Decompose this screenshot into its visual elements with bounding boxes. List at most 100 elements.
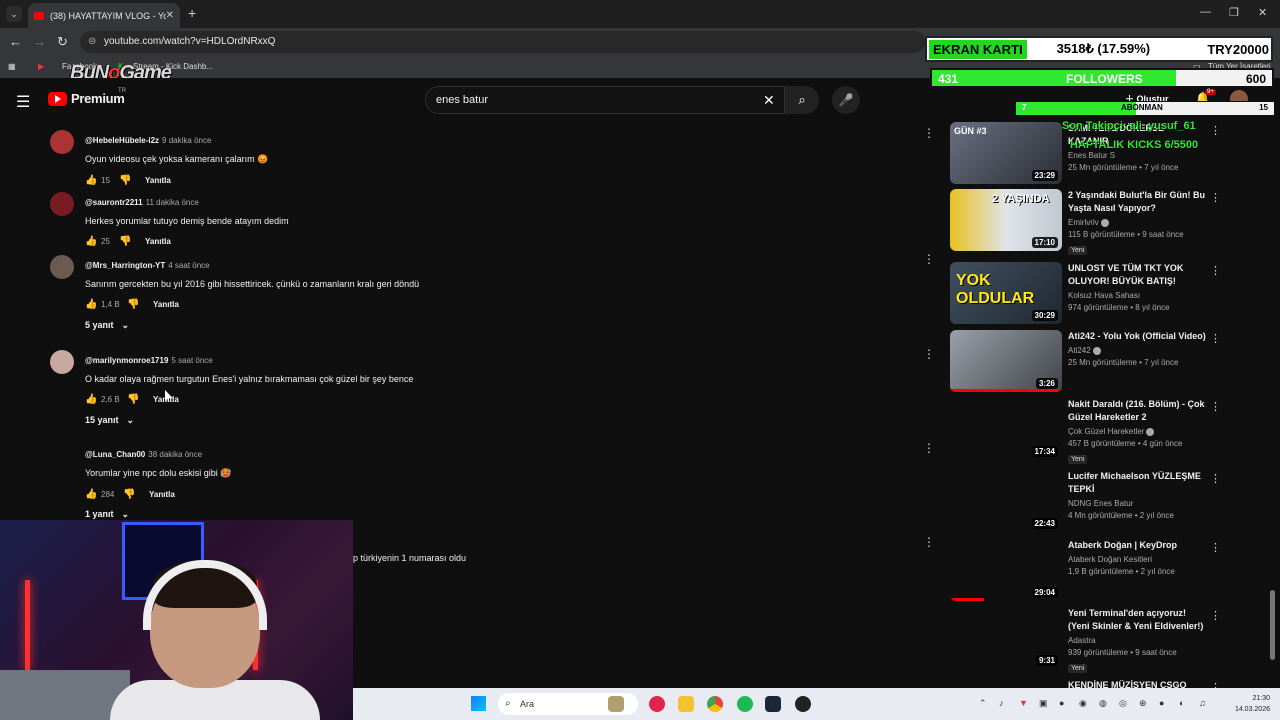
page-scrollbar[interactable]	[1270, 590, 1275, 660]
channel-name[interactable]: Kolsuz Hava Sahası	[1068, 291, 1206, 300]
reply-button[interactable]: Yanıtla	[153, 300, 179, 309]
spotify-icon[interactable]	[737, 696, 753, 712]
new-tab-icon[interactable]: +	[188, 5, 196, 21]
voice-search-icon[interactable]: 🎤	[832, 86, 860, 114]
youtube-bookmark-icon[interactable]: ▶	[38, 62, 44, 71]
dislike-icon[interactable]: 👎	[123, 489, 149, 500]
channel-name[interactable]: Enes Batur S	[1068, 151, 1206, 160]
close-window-icon[interactable]: ✕	[1258, 6, 1267, 19]
video-title[interactable]: Yeni Terminal'den açıyoruz! (Yeni Skinle…	[1068, 607, 1206, 633]
video-more-icon[interactable]: ⋮	[1210, 191, 1221, 204]
tray-app-icon[interactable]: ⊕	[1139, 698, 1147, 709]
video-title[interactable]: 2 Yaşındaki Bulut'la Bir Gün! Bu Yaşta N…	[1068, 189, 1206, 215]
comment-time[interactable]: 11 dakika önce	[146, 198, 199, 207]
video-more-icon[interactable]: ⋮	[1210, 264, 1221, 277]
comment-author[interactable]: @marilynmonroe1719	[85, 356, 168, 365]
tray-app-icon[interactable]: ●	[1059, 698, 1064, 708]
avatar[interactable]	[50, 130, 74, 154]
video-more-icon[interactable]: ⋮	[1210, 332, 1221, 345]
comment-author[interactable]: @HebeleHübele-i2z	[85, 136, 159, 145]
video-more-icon[interactable]: ⋮	[1210, 541, 1221, 554]
windows-start-icon[interactable]	[471, 696, 486, 711]
menu-icon[interactable]: ☰	[16, 92, 30, 112]
avatar[interactable]	[50, 255, 74, 279]
view-replies-button[interactable]: 1 yanıt ⌄	[85, 509, 129, 520]
chrome-icon[interactable]	[707, 696, 723, 712]
url-field[interactable]: ⊜ youtube.com/watch?v=HDLOrdNRxxQ	[80, 31, 925, 53]
channel-name[interactable]: NDNG Enes Batur	[1068, 499, 1206, 508]
restore-icon[interactable]: ❐	[1229, 6, 1239, 19]
view-replies-button[interactable]: 5 yanıt ⌄	[85, 320, 129, 331]
video-more-icon[interactable]: ⋮	[1210, 472, 1221, 485]
site-info-icon[interactable]: ⊜	[88, 31, 96, 53]
comment-time[interactable]: 38 dakika önce	[148, 450, 202, 459]
comment-author[interactable]: @Mrs_Harrington-YT	[85, 261, 165, 270]
taskbar-clock[interactable]: 21:30 14.03.2026	[1235, 693, 1270, 715]
file-explorer-icon[interactable]	[678, 696, 694, 712]
like-icon[interactable]: 👍	[85, 489, 101, 500]
tab-search-icon[interactable]: ⌄	[6, 6, 22, 22]
close-tab-icon[interactable]: ✕	[166, 10, 174, 21]
speaker-icon[interactable]: ♫	[1199, 698, 1206, 708]
comment-author[interactable]: @saurontr2211	[85, 198, 143, 207]
tray-app-icon[interactable]: ◍	[1099, 698, 1107, 709]
reply-button[interactable]: Yanıtla	[145, 237, 171, 246]
like-icon[interactable]: 👍	[85, 394, 101, 405]
video-thumbnail[interactable]: 22:43	[950, 470, 1062, 532]
video-thumbnail[interactable]: 29:04	[950, 539, 1062, 601]
comment-more-icon[interactable]: ⋮	[923, 535, 935, 549]
reply-button[interactable]: Yanıtla	[145, 176, 171, 185]
tray-app-icon[interactable]: ▣	[1039, 698, 1048, 709]
media-player-icon[interactable]	[649, 696, 665, 712]
video-thumbnail[interactable]: 17:34	[950, 398, 1062, 460]
channel-name[interactable]: Adastra	[1068, 636, 1206, 645]
obs-icon[interactable]	[795, 696, 811, 712]
video-title[interactable]: UNLOST VE TÜM TKT YOK OLUYOR! BÜYÜK BATI…	[1068, 262, 1206, 288]
avatar[interactable]	[50, 192, 74, 216]
minimize-icon[interactable]: —	[1200, 6, 1211, 18]
comment-time[interactable]: 5 saat önce	[171, 356, 212, 365]
video-title[interactable]: Lucifer Michaelson YÜZLEŞME TEPKİ	[1068, 470, 1206, 496]
comment-more-icon[interactable]: ⋮	[923, 441, 935, 455]
video-more-icon[interactable]: ⋮	[1210, 124, 1221, 137]
browser-tab[interactable]: (38) HAYATTAYIM VLOG - YouTube ✕	[28, 3, 180, 28]
video-thumbnail[interactable]: 3:26	[950, 330, 1062, 392]
like-icon[interactable]: 👍	[85, 236, 101, 247]
avatar[interactable]	[50, 350, 74, 374]
dislike-icon[interactable]: 👎	[119, 236, 145, 247]
dislike-icon[interactable]: 👎	[127, 299, 153, 310]
video-thumbnail[interactable]: GÜN #3 23:29	[950, 122, 1062, 184]
comment-time[interactable]: 9 dakika önce	[162, 136, 211, 145]
video-thumbnail[interactable]: 2 YAŞINDA 17:10	[950, 189, 1062, 251]
video-thumbnail[interactable]: YOK OLDULAR 30:29	[950, 262, 1062, 324]
apps-grid-icon[interactable]: ▦	[8, 62, 16, 71]
view-replies-button[interactable]: 15 yanıt ⌄	[85, 415, 134, 426]
video-more-icon[interactable]: ⋮	[1210, 400, 1221, 413]
back-icon[interactable]: ←	[9, 34, 22, 49]
comment-time[interactable]: 4 saat önce	[168, 261, 209, 270]
video-title[interactable]: Nakit Daraldı (216. Bölüm) - Çok Güzel H…	[1068, 398, 1206, 424]
steam-icon[interactable]	[765, 696, 781, 712]
channel-name[interactable]: Emirlvriv	[1068, 218, 1099, 227]
youtube-logo[interactable]: Premium TR	[48, 88, 126, 106]
video-title[interactable]: Ataberk Doğan | KeyDrop	[1068, 539, 1206, 552]
dislike-icon[interactable]: 👎	[127, 394, 153, 405]
tray-chevron-icon[interactable]: ⌃	[979, 698, 987, 709]
reload-icon[interactable]: ↻	[57, 34, 68, 50]
channel-name[interactable]: Ataberk Doğan Kesitleri	[1068, 555, 1206, 564]
taskbar-app-icon[interactable]	[608, 696, 624, 712]
search-input[interactable]: enes batur	[425, 86, 785, 114]
tray-app-icon[interactable]: ◐	[1179, 698, 1184, 708]
video-thumbnail[interactable]: 9:31	[950, 607, 1062, 669]
tray-app-icon[interactable]: ◉	[1079, 698, 1087, 709]
tray-app-icon[interactable]: ▼	[1019, 698, 1028, 708]
dislike-icon[interactable]: 👎	[119, 175, 145, 186]
like-icon[interactable]: 👍	[85, 175, 101, 186]
comment-author[interactable]: @Luna_Chan00	[85, 450, 145, 459]
comment-more-icon[interactable]: ⋮	[923, 252, 935, 266]
channel-name[interactable]: Çok Güzel Hareketler	[1068, 427, 1144, 436]
reply-button[interactable]: Yanıtla	[149, 490, 175, 499]
comment-more-icon[interactable]: ⋮	[923, 126, 935, 140]
clear-search-icon[interactable]: ✕	[763, 92, 775, 109]
video-title[interactable]: Ati242 - Yolu Yok (Official Video)	[1068, 330, 1206, 343]
